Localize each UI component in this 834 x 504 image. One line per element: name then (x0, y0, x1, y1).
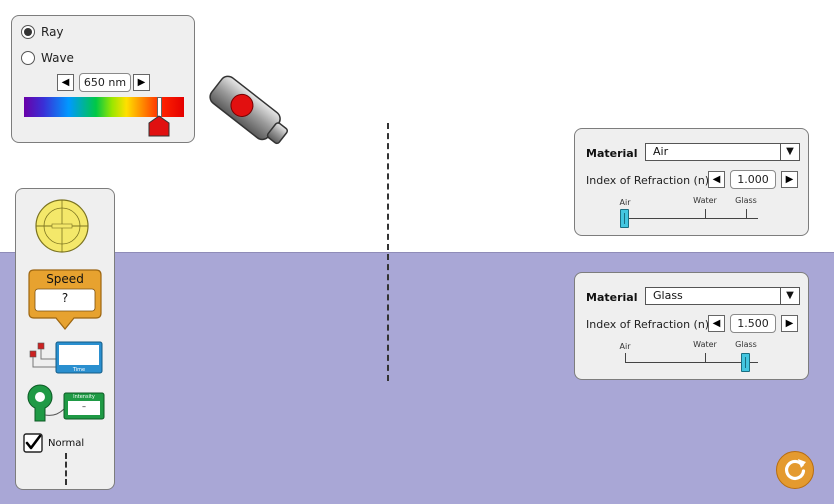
normal-line (387, 123, 389, 381)
bottom-ior-increment-button[interactable]: ▶ (781, 315, 798, 332)
bottom-ior-value: 1.500 (730, 314, 776, 333)
top-ior-value: 1.000 (730, 170, 776, 189)
top-ior-slider-track[interactable] (625, 218, 758, 219)
top-tick-label-air: Air (619, 198, 631, 207)
ray-radio-row[interactable]: Ray (21, 25, 64, 39)
bottom-tick-air (625, 353, 626, 362)
top-tick-water (705, 209, 706, 218)
top-material-selected: Air (653, 145, 669, 158)
triangle-left-icon: ◀ (712, 173, 721, 185)
triangle-left-icon: ◀ (61, 76, 70, 88)
bottom-tick-label-water: Water (693, 340, 717, 349)
bottom-tick-label-glass: Glass (735, 340, 757, 349)
time-sensor-label: Time (72, 367, 86, 373)
bottom-material-dropdown[interactable]: Glass ▼ (645, 287, 800, 305)
top-ior-decrement-button[interactable]: ◀ (708, 171, 725, 188)
intensity-meter-label: Intensity (73, 394, 95, 400)
normal-line-preview-icon (65, 453, 67, 485)
protractor-icon[interactable] (34, 198, 90, 254)
normal-checkbox-row[interactable]: Normal (23, 433, 84, 453)
reset-button[interactable] (776, 451, 814, 489)
ray-label: Ray (41, 25, 64, 39)
top-tick-glass (746, 209, 747, 218)
tool-box: Speed ? Time Intensity – Normal (15, 188, 115, 490)
speed-value: ? (61, 291, 69, 305)
speed-title: Speed (46, 272, 84, 286)
laser-pointer[interactable] (205, 68, 295, 158)
top-tick-label-glass: Glass (735, 196, 757, 205)
top-material-dropdown[interactable]: Air ▼ (645, 143, 800, 161)
wavelength-value: 650 nm (79, 73, 131, 92)
bottom-tick-label-air: Air (619, 342, 631, 351)
triangle-right-icon: ▶ (785, 173, 794, 185)
top-tick-label-water: Water (693, 196, 717, 205)
bottom-ior-label: Index of Refraction (n) (586, 318, 710, 331)
top-ior-increment-button[interactable]: ▶ (781, 171, 798, 188)
bottom-ior-decrement-button[interactable]: ◀ (708, 315, 725, 332)
wavelength-decrement-button[interactable]: ◀ (57, 74, 74, 91)
chevron-down-icon[interactable]: ▼ (780, 288, 799, 304)
bottom-ior-slider-thumb[interactable] (741, 353, 750, 372)
ray-radio[interactable] (21, 25, 35, 39)
reset-icon (784, 459, 806, 481)
wavelength-slider-marker[interactable] (157, 97, 162, 117)
wave-label: Wave (41, 51, 74, 65)
light-control-panel: Ray Wave ◀ 650 nm ▶ (11, 15, 195, 143)
top-material-title: Material (586, 147, 638, 160)
triangle-right-icon: ▶ (785, 317, 794, 329)
bottom-material-title: Material (586, 291, 638, 304)
top-ior-label: Index of Refraction (n) (586, 174, 710, 187)
top-ior-slider-thumb[interactable] (620, 209, 629, 228)
triangle-left-icon: ◀ (712, 317, 721, 329)
bottom-material-selected: Glass (653, 289, 683, 302)
normal-label: Normal (48, 437, 85, 449)
top-material-panel: Material Air ▼ Index of Refraction (n) ◀… (574, 128, 809, 236)
wave-radio[interactable] (21, 51, 35, 65)
wavelength-increment-button[interactable]: ▶ (133, 74, 150, 91)
bottom-tick-water (705, 353, 706, 362)
bottom-material-panel: Material Glass ▼ Index of Refraction (n)… (574, 272, 809, 380)
normal-checkbox[interactable] (23, 433, 43, 453)
triangle-right-icon: ▶ (137, 76, 146, 88)
bottom-ior-slider-track[interactable] (625, 362, 758, 363)
chevron-down-icon[interactable]: ▼ (780, 144, 799, 160)
wave-radio-row[interactable]: Wave (21, 51, 74, 65)
intensity-meter-value: – (82, 402, 86, 411)
speed-meter[interactable]: Speed ? (28, 269, 102, 330)
wavelength-slider-thumb[interactable] (148, 115, 170, 137)
